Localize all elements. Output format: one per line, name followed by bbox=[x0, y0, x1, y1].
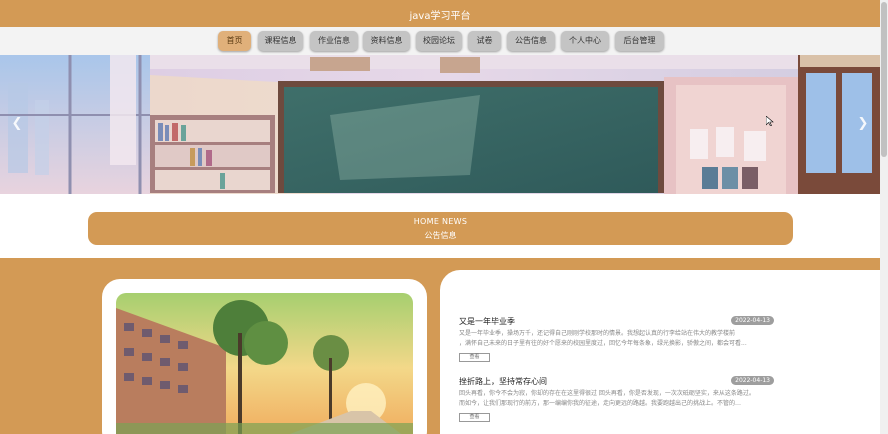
main-nav: 首页 课程信息 作业信息 资料信息 校园论坛 试卷 公告信息 个人中心 后台管理 bbox=[0, 27, 880, 55]
nav-item-exam[interactable]: 试卷 bbox=[468, 31, 501, 51]
news-list-card bbox=[440, 270, 888, 434]
page-scrollbar[interactable] bbox=[880, 0, 888, 434]
site-title: java学习平台 bbox=[409, 11, 471, 22]
nav-item-admin[interactable]: 后台管理 bbox=[615, 31, 664, 51]
nav-item-home[interactable]: 首页 bbox=[218, 31, 251, 51]
mouse-cursor-icon bbox=[766, 116, 774, 126]
top-bar: java学习平台 bbox=[0, 0, 880, 27]
news-header-title-en: HOME NEWS bbox=[413, 217, 468, 226]
news-featured-image[interactable] bbox=[116, 293, 413, 434]
nav-item-announcements[interactable]: 公告信息 bbox=[507, 31, 555, 51]
nav-item-forum[interactable]: 校园论坛 bbox=[416, 31, 462, 51]
news-section-header: HOME NEWS 公告信息 bbox=[88, 212, 793, 245]
news-item-title[interactable]: 挫折路上，坚持常存心间 bbox=[459, 376, 547, 387]
banner-image bbox=[0, 55, 880, 194]
news-item-date-badge: 2022-04-13 bbox=[731, 376, 774, 385]
news-header-title-cn: 公告信息 bbox=[424, 231, 457, 240]
page: java学习平台 首页 课程信息 作业信息 资料信息 校园论坛 试卷 公告信息 … bbox=[0, 0, 888, 434]
news-item-view-button[interactable]: 查看 bbox=[459, 413, 490, 422]
chevron-right-icon[interactable]: ❯ bbox=[855, 116, 871, 132]
news-item-title[interactable]: 又是一年毕业季 bbox=[459, 316, 515, 327]
news-item-summary-line2: 而如今，让我们那现行的前方，那一编编你我的征途，走向更远的路越。我要跑越出己的挑… bbox=[459, 400, 742, 407]
nav-item-materials[interactable]: 资料信息 bbox=[363, 31, 410, 51]
nav-item-profile[interactable]: 个人中心 bbox=[561, 31, 609, 51]
chevron-left-icon[interactable]: ❮ bbox=[9, 116, 25, 132]
news-item-date-badge: 2022-04-13 bbox=[731, 316, 774, 325]
news-item-summary-line2: ，满怀自己未来的日子里有往的好个愿来的校园里度过，回忆今年每条象，绿光换影，骄傲… bbox=[459, 340, 747, 347]
banner-carousel[interactable]: ❮ ❯ bbox=[0, 55, 880, 194]
news-item-view-button[interactable]: 查看 bbox=[459, 353, 490, 362]
nav-item-courses[interactable]: 课程信息 bbox=[258, 31, 303, 51]
nav-item-homework[interactable]: 作业信息 bbox=[310, 31, 358, 51]
scrollbar-thumb[interactable] bbox=[881, 2, 887, 157]
